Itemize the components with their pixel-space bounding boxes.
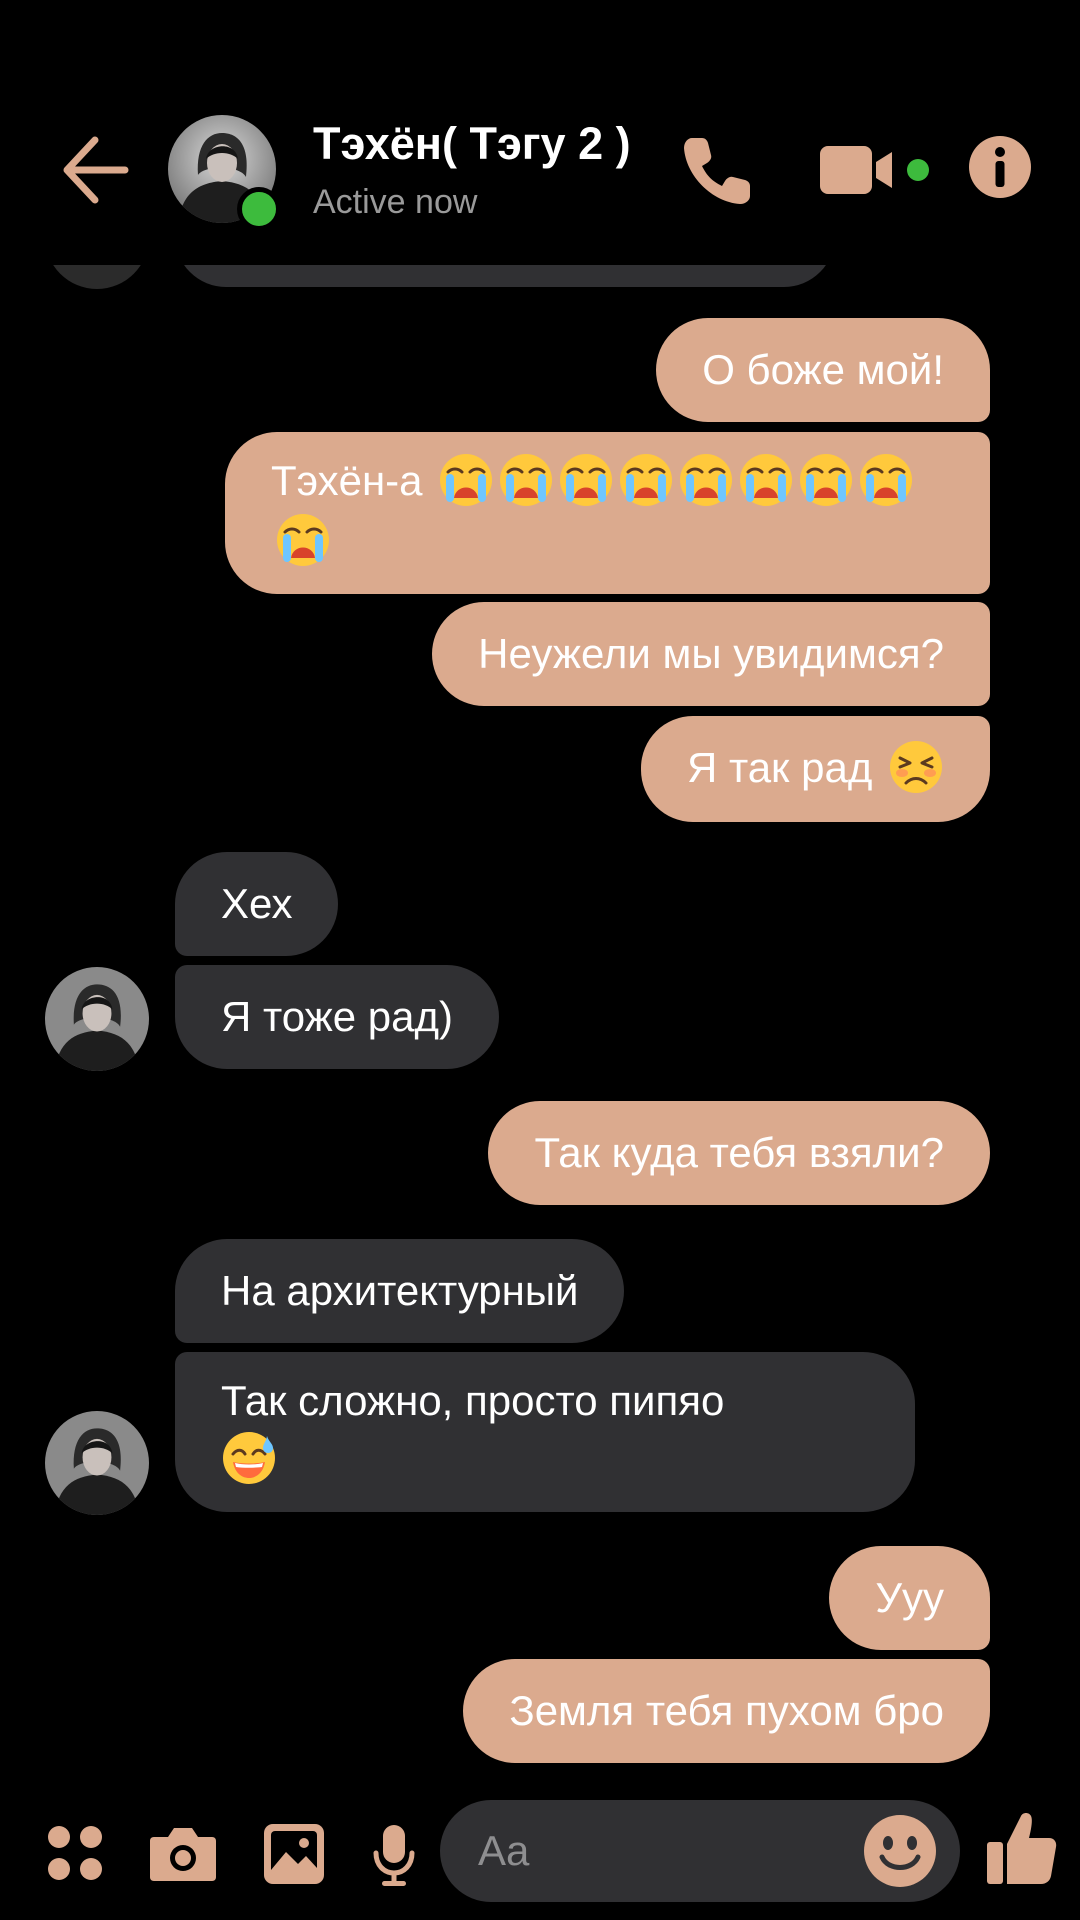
message-text: Неужели мы увидимся?: [478, 630, 944, 677]
message-text: Так сложно, просто пипяо: [221, 1377, 725, 1424]
message-bubble-outgoing[interactable]: Неужели мы увидимся?: [432, 602, 990, 706]
contact-avatar-small[interactable]: [45, 1411, 149, 1515]
loudly-crying-face-emoji: [740, 453, 793, 506]
chat-header: Тэхён( Тэгу 2 ) Active now: [0, 0, 1080, 265]
microphone-icon[interactable]: [372, 1823, 416, 1887]
message-bubble-incoming[interactable]: Так сложно, просто пипяо: [175, 1352, 915, 1512]
loudly-crying-face-emoji: [620, 453, 673, 506]
emoji-icon[interactable]: [862, 1813, 938, 1889]
contact-name[interactable]: Тэхён( Тэгу 2 ): [313, 118, 631, 170]
message-bubble-outgoing[interactable]: Я так рад: [640, 716, 990, 822]
message-text: Я так рад: [686, 744, 873, 791]
avatar-photo: [45, 1411, 149, 1515]
message-list[interactable]: О боже мой! Тэхён-а Неужели мы увидимся?…: [0, 0, 1080, 1780]
camera-icon[interactable]: [148, 1823, 218, 1883]
like-icon[interactable]: [985, 1810, 1057, 1886]
back-arrow-icon[interactable]: [55, 130, 135, 210]
loudly-crying-face-emoji: [560, 453, 613, 506]
info-icon[interactable]: [968, 135, 1032, 199]
loudly-crying-face-emoji: [500, 453, 553, 506]
message-text: Ууу: [875, 1574, 944, 1621]
message-bubble-outgoing[interactable]: Ууу: [829, 1546, 990, 1650]
contact-status: Active now: [313, 183, 478, 221]
gallery-icon[interactable]: [262, 1822, 326, 1886]
message-composer: [0, 1780, 1080, 1920]
message-text: Я тоже рад): [221, 993, 453, 1040]
online-status-dot: [237, 187, 281, 231]
message-text: На архитектурный: [221, 1267, 579, 1314]
contact-avatar-small[interactable]: [45, 967, 149, 1071]
loudly-crying-face-emoji: [680, 453, 733, 506]
apps-icon[interactable]: [45, 1823, 105, 1883]
phone-call-icon[interactable]: [678, 130, 758, 210]
tired-face-emoji: [890, 740, 942, 793]
sweat-smile-emoji: [223, 1431, 275, 1484]
message-bubble-incoming[interactable]: На архитектурный: [175, 1239, 625, 1343]
loudly-crying-face-emoji: [860, 453, 913, 506]
message-bubble-outgoing[interactable]: Тэхён-а: [225, 432, 990, 594]
loudly-crying-face-emoji: [277, 513, 329, 566]
message-text: Хех: [221, 880, 293, 927]
message-text: О боже мой!: [702, 346, 944, 393]
avatar-photo: [45, 967, 149, 1071]
video-call-icon[interactable]: [818, 140, 938, 200]
message-text: Так куда тебя взяли?: [534, 1129, 944, 1176]
message-bubble-incoming[interactable]: Хех: [175, 852, 339, 956]
message-text: Тэхён-а: [271, 457, 423, 504]
message-bubble-outgoing[interactable]: Земля тебя пухом бро: [463, 1659, 990, 1763]
message-bubble-outgoing[interactable]: Так куда тебя взяли?: [488, 1101, 990, 1205]
loudly-crying-face-emoji: [440, 453, 493, 506]
message-bubble-incoming[interactable]: Я тоже рад): [175, 965, 499, 1069]
message-text: Земля тебя пухом бро: [509, 1687, 944, 1734]
message-bubble-outgoing[interactable]: О боже мой!: [656, 318, 990, 422]
loudly-crying-face-emoji: [800, 453, 853, 506]
